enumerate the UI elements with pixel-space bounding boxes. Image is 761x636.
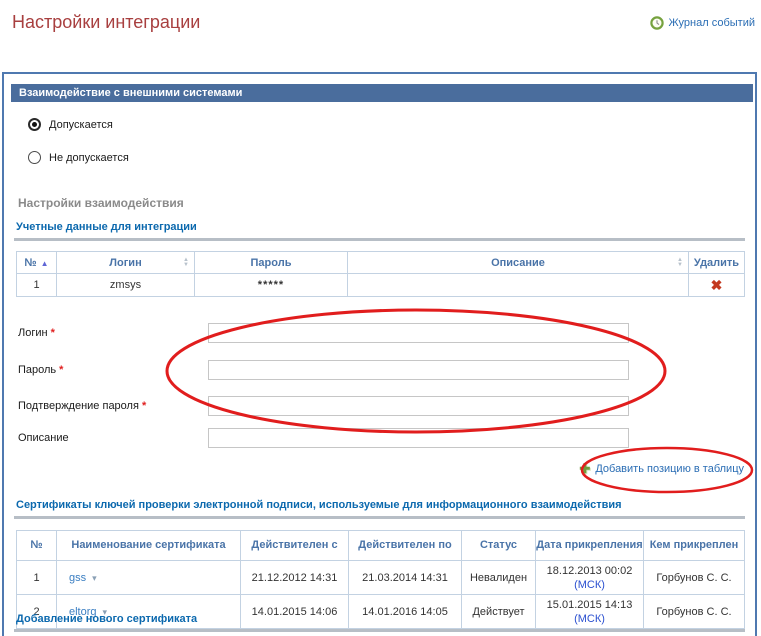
cell-status: Невалиден	[462, 561, 536, 595]
integration-settings-page: Настройки интеграции Журнал событий Взаи…	[0, 0, 761, 636]
cell-num: 1	[17, 561, 57, 595]
table-row: 1 gss ▾ 21.12.2012 14:31 21.03.2014 14:31…	[17, 561, 745, 595]
cell-password: *****	[195, 274, 348, 297]
cell-status: Действует	[462, 595, 536, 629]
table-row: 1 zmsys ***** ✖	[17, 274, 745, 297]
cell-num: 1	[17, 274, 57, 297]
column-header-valid-to: Действителен по	[349, 531, 462, 561]
credentials-table: №▲ Логин ▲▼ Пароль Описание ▲▼ Удалить 1…	[16, 251, 745, 297]
cell-attach-date: 18.12.2013 00:02 (МСК)	[536, 561, 644, 595]
column-header-valid-from: Действителен с	[241, 531, 349, 561]
plus-icon: ✚	[579, 461, 590, 477]
password-input[interactable]	[208, 360, 629, 380]
section-divider	[14, 238, 745, 241]
add-certificate-section-title: Добавление нового сертификата	[16, 613, 197, 625]
cell-valid-from: 14.01.2015 14:06	[241, 595, 349, 629]
cell-description	[348, 274, 689, 297]
certificates-section-title: Сертификаты ключей проверки электронной …	[16, 499, 622, 511]
add-table-row-label: Добавить позицию в таблицу	[595, 463, 744, 475]
column-header-status: Статус	[462, 531, 536, 561]
radio-selected-icon[interactable]	[28, 118, 41, 131]
description-field-label: Описание	[18, 428, 69, 448]
column-header-attached-by: Кем прикреплен	[644, 531, 745, 561]
required-marker: *	[59, 364, 63, 376]
page-title: Настройки интеграции	[12, 12, 200, 33]
sort-icon[interactable]: ▲▼	[183, 258, 189, 268]
login-input[interactable]	[208, 323, 629, 343]
radio-unselected-icon[interactable]	[28, 151, 41, 164]
cell-valid-to: 21.03.2014 14:31	[349, 561, 462, 595]
cell-valid-to: 14.01.2016 14:05	[349, 595, 462, 629]
interaction-settings-heading: Настройки взаимодействия	[18, 196, 184, 210]
radio-label: Допускается	[49, 119, 113, 131]
msk-timezone-link[interactable]: (МСК)	[574, 613, 605, 625]
column-header-num[interactable]: №▲	[17, 252, 57, 274]
column-header-cert-name: Наименование сертификата	[57, 531, 241, 561]
required-marker: *	[142, 400, 146, 412]
required-marker: *	[51, 327, 55, 339]
radio-option-allowed[interactable]: Допускается	[28, 118, 113, 131]
section-divider	[14, 516, 745, 519]
clock-icon	[650, 16, 664, 30]
sort-icon[interactable]: ▲▼	[677, 258, 683, 268]
event-log-label: Журнал событий	[669, 17, 755, 29]
cell-attached-by: Горбунов С. С.	[644, 595, 745, 629]
radio-option-not-allowed[interactable]: Не допускается	[28, 151, 129, 164]
chevron-down-icon[interactable]: ▾	[92, 573, 97, 583]
cell-attach-date: 15.01.2015 14:13 (МСК)	[536, 595, 644, 629]
description-input[interactable]	[208, 428, 629, 448]
password-confirm-field-label: Подтверждение пароля*	[18, 396, 146, 416]
delete-row-icon[interactable]: ✖	[711, 277, 723, 293]
password-confirm-input[interactable]	[208, 396, 629, 416]
radio-label: Не допускается	[49, 152, 129, 164]
cell-valid-from: 21.12.2012 14:31	[241, 561, 349, 595]
cell-attached-by: Горбунов С. С.	[644, 561, 745, 595]
column-header-attach-date: Дата прикрепления	[536, 531, 644, 561]
section-divider	[14, 629, 745, 632]
external-systems-bar: Взаимодействие с внешними системами	[11, 84, 753, 102]
certificate-name-link[interactable]: gss	[69, 572, 86, 584]
msk-timezone-link[interactable]: (МСК)	[574, 579, 605, 591]
column-header-login[interactable]: Логин ▲▼	[57, 252, 195, 274]
cell-login: zmsys	[57, 274, 195, 297]
column-header-description[interactable]: Описание ▲▼	[348, 252, 689, 274]
column-header-num: №	[17, 531, 57, 561]
credentials-section-title: Учетные данные для интеграции	[16, 221, 197, 233]
sort-asc-icon[interactable]: ▲	[41, 259, 49, 268]
add-table-row-link[interactable]: ✚ Добавить позицию в таблицу	[579, 461, 744, 477]
password-field-label: Пароль*	[18, 360, 63, 380]
column-header-password[interactable]: Пароль	[195, 252, 348, 274]
login-field-label: Логин*	[18, 323, 55, 343]
event-log-link[interactable]: Журнал событий	[650, 16, 755, 30]
column-header-delete: Удалить	[689, 252, 745, 274]
